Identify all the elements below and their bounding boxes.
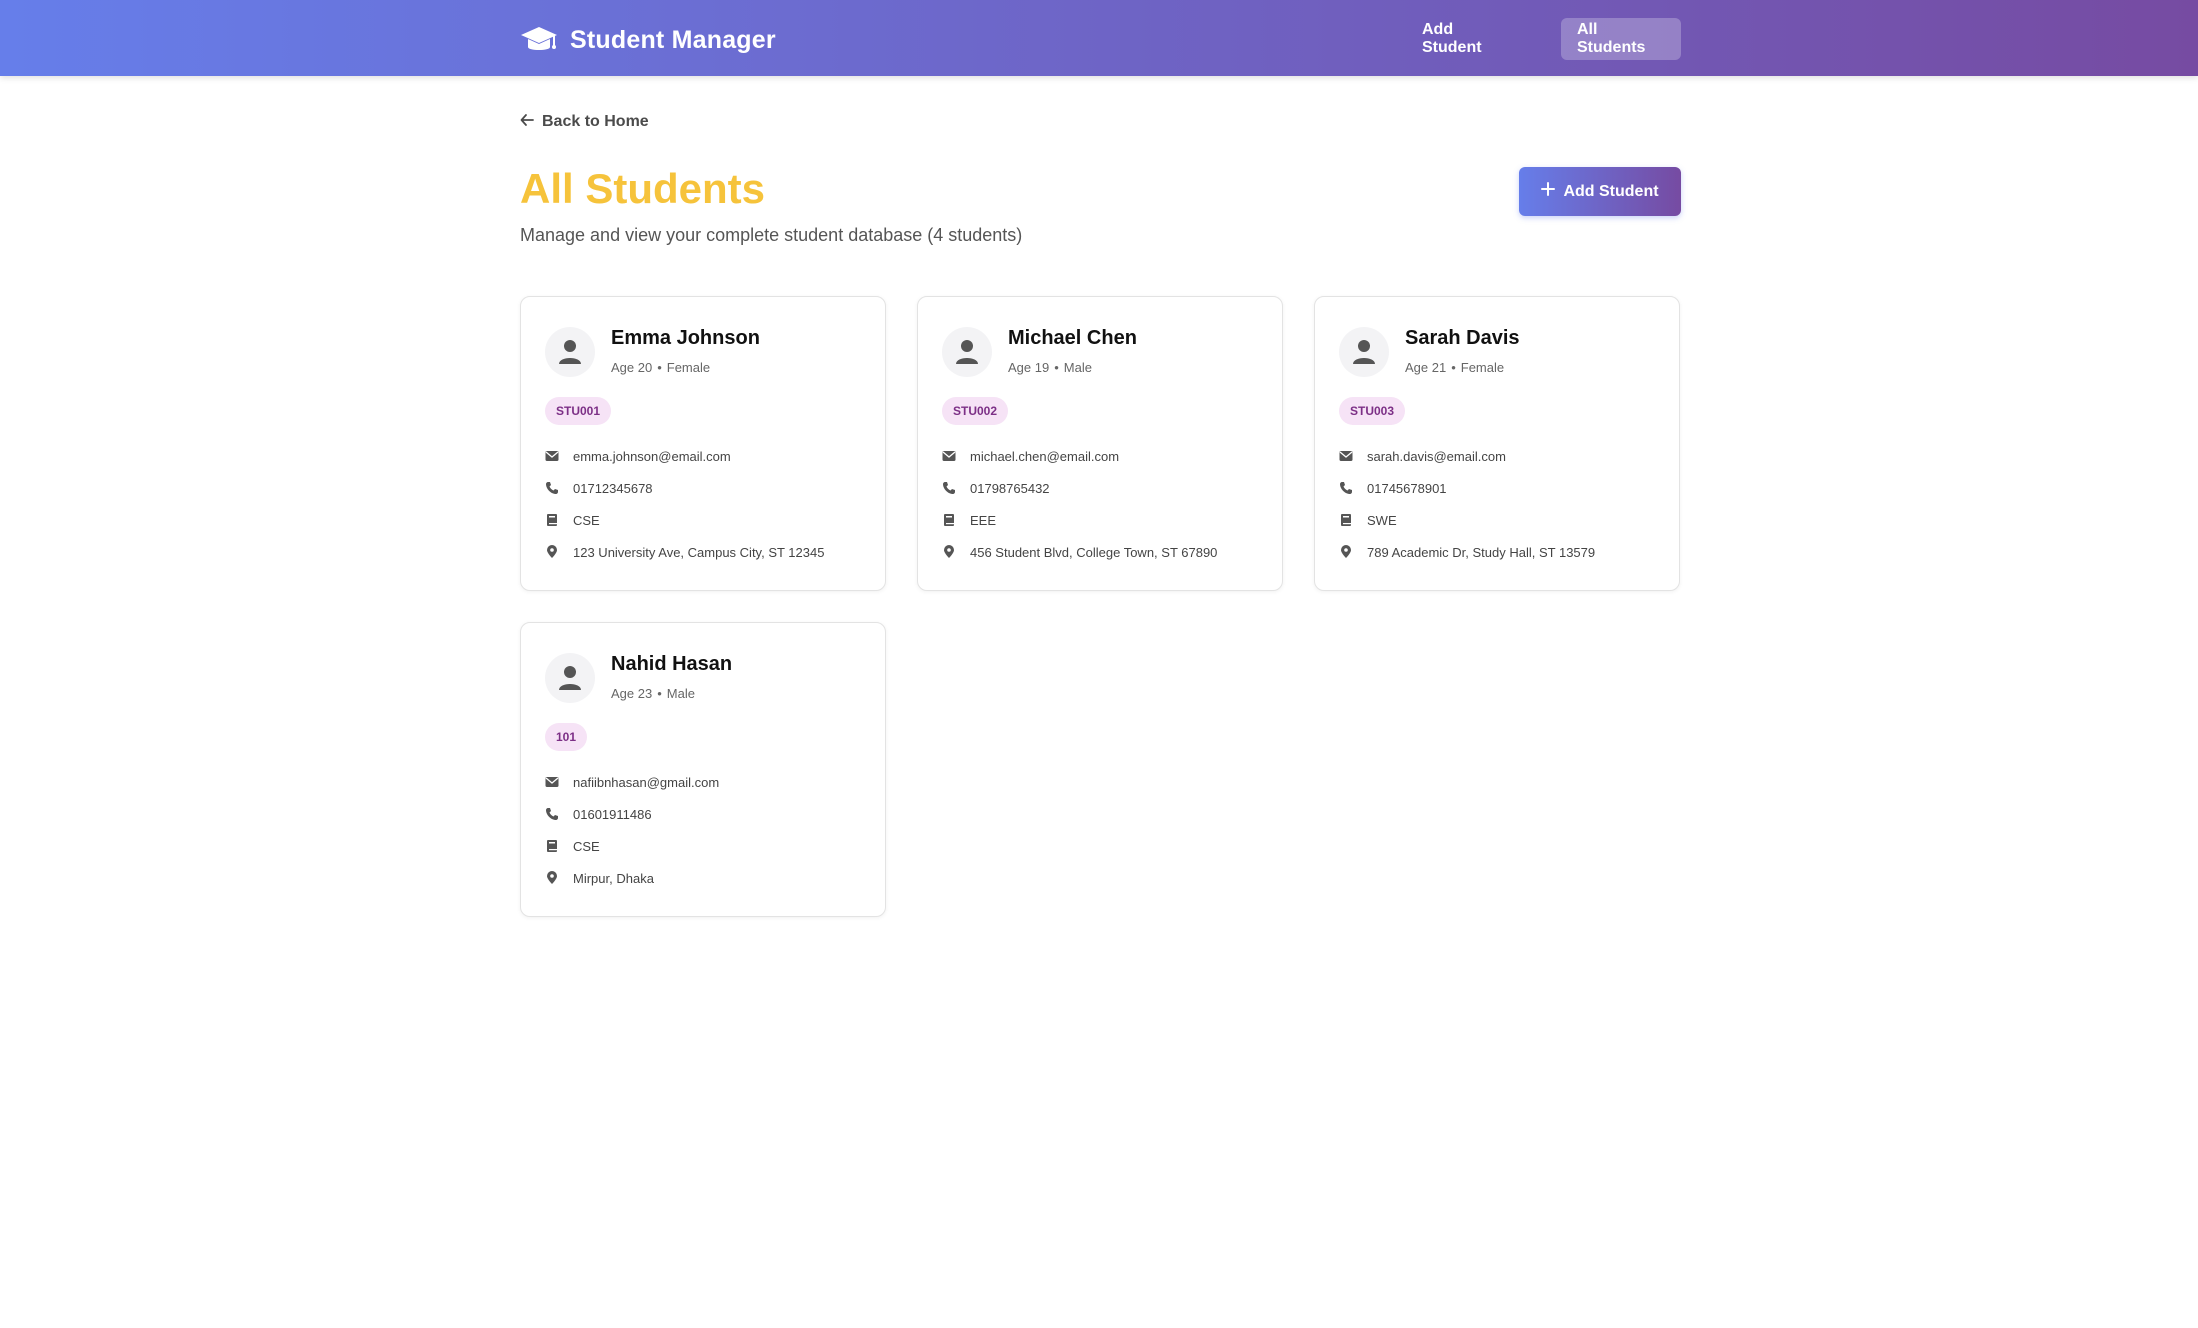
student-address-row: 123 University Ave, Campus City, ST 1234… [545,542,824,562]
student-phone-row: 01798765432 [942,478,1050,498]
envelope-icon [1339,451,1353,461]
student-phone-row: 01712345678 [545,478,653,498]
avatar [1339,327,1389,377]
student-address: Mirpur, Dhaka [573,870,654,886]
student-phone-row: 01745678901 [1339,478,1447,498]
user-icon [559,340,581,364]
student-card[interactable]: Nahid Hasan Age 23 • Male 101 nafiibnhas… [520,622,886,917]
page-title: All Students [520,165,766,212]
student-email: sarah.davis@email.com [1367,448,1506,464]
envelope-icon [942,451,956,461]
student-email-row: michael.chen@email.com [942,446,1119,466]
meta-separator: • [657,360,662,375]
phone-icon [943,482,955,494]
avatar [545,653,595,703]
student-department: EEE [970,512,997,528]
student-email-row: nafiibnhasan@gmail.com [545,772,719,792]
student-id-badge: STU002 [942,397,1009,425]
student-age: Age 21 [1405,360,1447,375]
user-icon [956,340,978,364]
student-department-row: EEE [942,510,996,530]
avatar [942,327,992,377]
map-pin-icon [547,871,557,884]
student-department-row: CSE [545,510,600,530]
student-email-row: emma.johnson@email.com [545,446,731,466]
envelope-icon [545,777,559,787]
arrow-left-icon [520,113,534,132]
meta-separator: • [657,686,662,701]
student-card[interactable]: Michael Chen Age 19 • Male STU002 michae… [917,296,1283,591]
student-age: Age 23 [611,686,653,701]
student-address-row: 789 Academic Dr, Study Hall, ST 13579 [1339,542,1595,562]
student-address: 456 Student Blvd, College Town, ST 67890 [970,544,1218,560]
book-icon [1341,514,1351,526]
student-meta: Age 19 • Male [1008,360,1092,375]
phone-icon [1340,482,1352,494]
meta-separator: • [1451,360,1456,375]
student-department: CSE [573,512,600,528]
meta-separator: • [1054,360,1059,375]
student-age: Age 19 [1008,360,1050,375]
map-pin-icon [547,545,557,558]
student-phone: 01798765432 [970,480,1050,496]
book-icon [944,514,954,526]
map-pin-icon [1341,545,1351,558]
phone-icon [546,808,558,820]
student-meta: Age 20 • Female [611,360,710,375]
student-card[interactable]: Emma Johnson Age 20 • Female STU001 emma… [520,296,886,591]
book-icon [547,514,557,526]
user-icon [559,666,581,690]
student-department-row: SWE [1339,510,1397,530]
student-phone: 01712345678 [573,480,653,496]
student-age: Age 20 [611,360,653,375]
student-card[interactable]: Sarah Davis Age 21 • Female STU003 sarah… [1314,296,1680,591]
back-to-home-link[interactable]: Back to Home [520,110,649,134]
user-icon [1353,340,1375,364]
student-department: CSE [573,838,600,854]
student-phone: 01745678901 [1367,480,1447,496]
student-id-badge: STU003 [1339,397,1406,425]
student-email: emma.johnson@email.com [573,448,731,464]
student-gender: Female [666,360,711,375]
student-phone: 01601911486 [573,806,652,822]
back-link-label: Back to Home [542,113,649,130]
add-student-button[interactable]: Add Student [1519,167,1681,216]
brand-title: Student Manager [570,25,776,54]
student-gender: Male [1063,360,1092,375]
student-gender: Female [1460,360,1505,375]
student-name: Emma Johnson [611,327,760,349]
student-address-row: Mirpur, Dhaka [545,868,654,888]
add-student-button-label: Add Student [1563,182,1659,200]
student-name: Michael Chen [1008,327,1137,349]
navbar: Student Manager Add Student All Students [0,0,2198,76]
book-icon [547,840,557,852]
brand[interactable]: Student Manager [520,22,776,58]
student-email: nafiibnhasan@gmail.com [573,774,720,790]
avatar [545,327,595,377]
student-department: SWE [1367,512,1397,528]
student-meta: Age 21 • Female [1405,360,1504,375]
phone-icon [546,482,558,494]
student-email-row: sarah.davis@email.com [1339,446,1506,466]
student-id-badge: STU001 [545,397,612,425]
page-subtitle: Manage and view your complete student da… [520,225,1023,245]
student-id-badge: 101 [545,723,588,751]
student-address-row: 456 Student Blvd, College Town, ST 67890 [942,542,1217,562]
plus-icon [1541,182,1556,201]
map-pin-icon [944,545,954,558]
student-address: 789 Academic Dr, Study Hall, ST 13579 [1367,544,1596,560]
student-name: Sarah Davis [1405,327,1520,349]
nav-link-all-students[interactable]: All Students [1561,18,1681,60]
student-phone-row: 01601911486 [545,804,652,824]
envelope-icon [545,451,559,461]
student-department-row: CSE [545,836,600,856]
nav-link-add-student[interactable]: Add Student [1406,18,1530,60]
student-email: michael.chen@email.com [970,448,1120,464]
student-meta: Age 23 • Male [611,686,695,701]
student-name: Nahid Hasan [611,653,733,675]
student-gender: Male [666,686,695,701]
graduation-cap-icon [520,25,558,55]
student-address: 123 University Ave, Campus City, ST 1234… [573,544,825,560]
